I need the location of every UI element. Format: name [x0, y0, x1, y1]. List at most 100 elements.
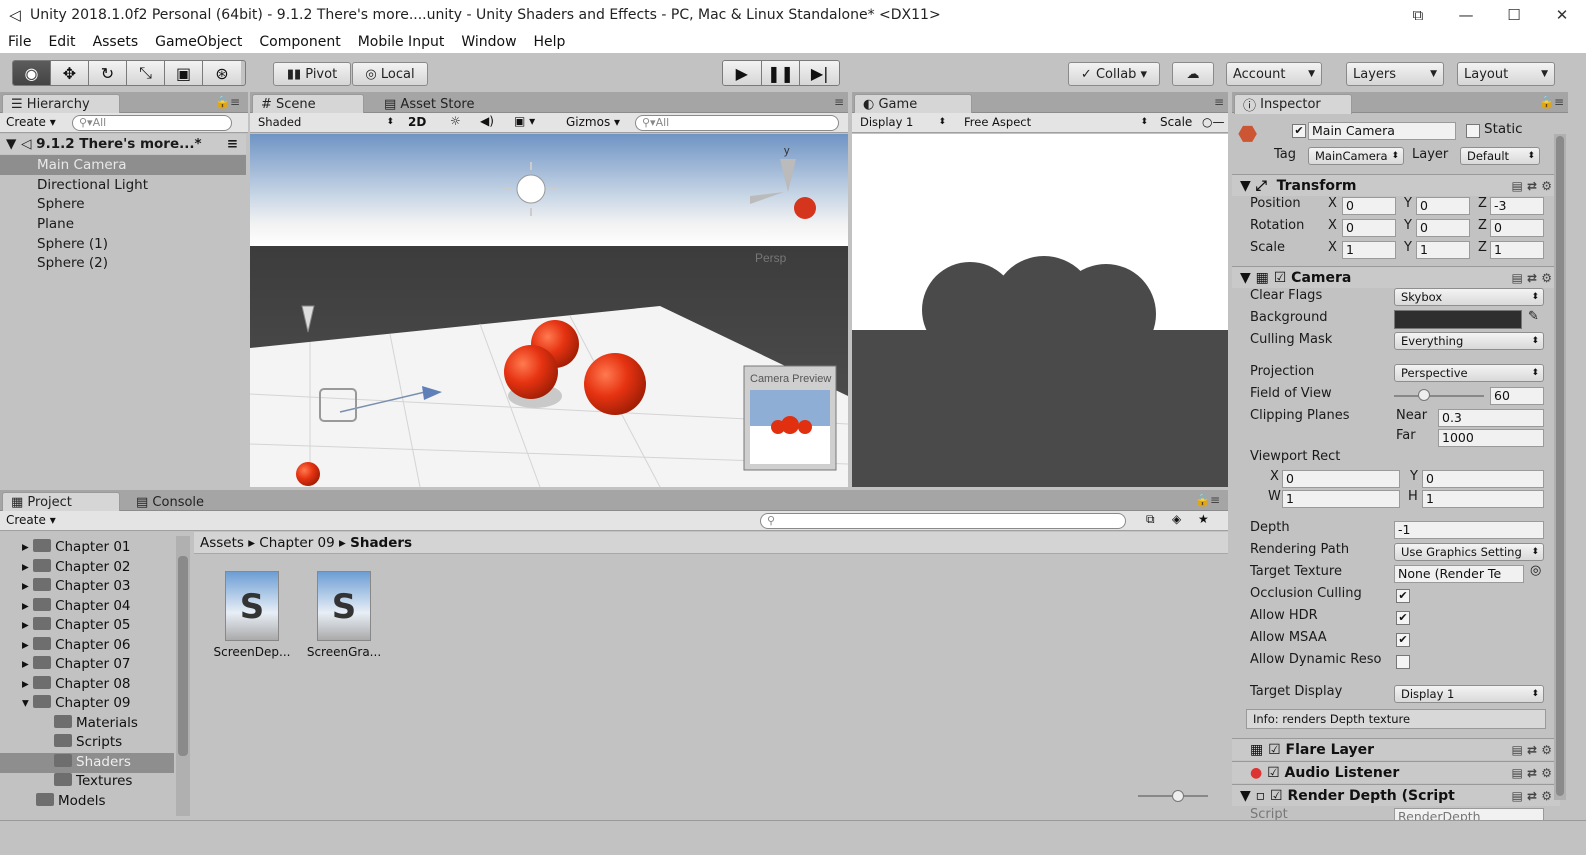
icon-size-slider-thumb[interactable]: [1172, 790, 1184, 802]
game-menu-icon[interactable]: ≡: [1214, 95, 1224, 109]
projection-dropdown[interactable]: Perspective: [1394, 364, 1544, 382]
camera-header[interactable]: ▼ ▦ ☑ Camera ▤ ⇄ ⚙: [1232, 266, 1560, 288]
target-display-dropdown[interactable]: Display 1: [1394, 685, 1544, 703]
menu-edit[interactable]: Edit: [48, 34, 84, 50]
breadcrumb-assets[interactable]: Assets: [200, 535, 244, 551]
transform-header[interactable]: ▼ ⤢ Transform ▤ ⇄ ⚙: [1232, 174, 1560, 196]
menu-help[interactable]: Help: [534, 34, 575, 50]
filter-type-icon[interactable]: ⧉: [1146, 512, 1155, 527]
folder-item[interactable]: ▸ Chapter 01: [22, 538, 131, 558]
msaa-checkbox[interactable]: ✔: [1396, 633, 1410, 647]
folder-item[interactable]: Models: [36, 792, 106, 812]
asset-item[interactable]: S ScreenDep...: [212, 571, 292, 659]
asset-item[interactable]: S ScreenGra...: [304, 571, 384, 659]
occlusion-checkbox[interactable]: ✔: [1396, 589, 1410, 603]
folder-item[interactable]: Scripts: [54, 733, 122, 753]
folder-item[interactable]: ▸ Chapter 04: [22, 597, 131, 617]
folder-item-selected[interactable]: Shaders: [0, 753, 174, 773]
rotation-z-field[interactable]: 0: [1490, 219, 1544, 237]
sphere-2[interactable]: [504, 345, 558, 399]
eyedropper-icon[interactable]: ✎: [1528, 309, 1539, 324]
favorite-icon[interactable]: ★: [1198, 512, 1209, 526]
camera-settings-icon[interactable]: ▤ ⇄ ⚙: [1511, 267, 1552, 289]
near-field[interactable]: 0.3: [1438, 409, 1544, 427]
fov-slider-track[interactable]: [1394, 395, 1484, 397]
folder-item[interactable]: ▸ Chapter 05: [22, 616, 131, 636]
sun-icon[interactable]: [516, 174, 546, 204]
inspector-scrollbar[interactable]: [1554, 134, 1566, 800]
create-dropdown[interactable]: Create ▾: [6, 115, 56, 129]
sphere-3[interactable]: [584, 353, 646, 415]
audio-settings-icon[interactable]: ▤ ⇄ ⚙: [1511, 762, 1552, 784]
rotation-x-field[interactable]: 0: [1342, 219, 1396, 237]
shading-mode-dropdown[interactable]: Shaded: [252, 114, 398, 132]
project-menu-icon[interactable]: 🔒≡: [1195, 493, 1220, 507]
layout-dropdown[interactable]: Layout ▼: [1457, 62, 1555, 86]
target-texture-field[interactable]: None (Render Te: [1394, 565, 1524, 583]
viewport-x-field[interactable]: 0: [1282, 470, 1400, 488]
filter-label-icon[interactable]: ◈: [1172, 512, 1181, 526]
folder-item[interactable]: Textures: [54, 772, 132, 792]
hierarchy-search-input[interactable]: ⚲▾All: [72, 115, 232, 131]
folder-item[interactable]: ▸ Chapter 02: [22, 558, 131, 578]
static-checkbox[interactable]: [1466, 124, 1480, 138]
tree-scrollbar[interactable]: [176, 536, 190, 816]
audio-listener-header[interactable]: ● ☑ Audio Listener ▤ ⇄ ⚙: [1232, 761, 1560, 783]
tab-game[interactable]: ◐ Game: [854, 94, 972, 114]
tab-hierarchy[interactable]: ☰ Hierarchy: [2, 94, 120, 114]
render-depth-settings-icon[interactable]: ▤ ⇄ ⚙: [1511, 785, 1552, 807]
minimize-button[interactable]: —: [1442, 0, 1490, 30]
tag-dropdown[interactable]: MainCamera: [1308, 147, 1404, 165]
menu-assets[interactable]: Assets: [93, 34, 148, 50]
scale-y-field[interactable]: 1: [1416, 241, 1470, 259]
tree-scrollbar-thumb[interactable]: [178, 556, 188, 756]
tab-console[interactable]: ▤ Console: [128, 492, 212, 512]
folder-item[interactable]: ▸ Chapter 06: [22, 636, 131, 656]
hierarchy-item[interactable]: Sphere: [0, 194, 246, 214]
breadcrumb-shaders[interactable]: Shaders: [350, 535, 412, 551]
audio-toggle-icon[interactable]: ◀): [480, 114, 494, 128]
menu-window[interactable]: Window: [461, 34, 525, 50]
scale-slider[interactable]: ○—: [1202, 115, 1224, 129]
hierarchy-item[interactable]: Sphere (1): [0, 234, 246, 254]
folder-item[interactable]: ▸ Chapter 08: [22, 675, 131, 695]
cloud-button[interactable]: ☁: [1172, 62, 1214, 86]
maximize-button[interactable]: ☐: [1490, 0, 1538, 30]
culling-mask-dropdown[interactable]: Everything: [1394, 332, 1544, 350]
local-button[interactable]: ◎ Local: [352, 62, 428, 86]
aspect-dropdown[interactable]: Free Aspect: [958, 114, 1152, 132]
position-z-field[interactable]: -3: [1490, 197, 1544, 215]
collab-button[interactable]: ✓ Collab ▾: [1068, 62, 1160, 86]
folder-item[interactable]: ▾ Chapter 09: [22, 694, 131, 714]
menu-component[interactable]: Component: [259, 34, 349, 50]
background-color-swatch[interactable]: [1394, 310, 1522, 329]
tab-asset-store[interactable]: ▤ Asset Store: [376, 94, 482, 114]
hierarchy-item[interactable]: Plane: [0, 214, 246, 234]
viewport-h-field[interactable]: 1: [1422, 490, 1544, 508]
rotate-tool-icon[interactable]: ↻: [89, 61, 127, 85]
project-create-dropdown[interactable]: Create ▾: [6, 513, 56, 527]
effects-toggle-icon[interactable]: ▣ ▾: [514, 114, 535, 128]
move-tool-icon[interactable]: ✥: [51, 61, 89, 85]
gizmos-dropdown[interactable]: Gizmos ▾: [566, 115, 620, 129]
clear-flags-dropdown[interactable]: Skybox: [1394, 288, 1544, 306]
scale-tool-icon[interactable]: ⤡: [127, 61, 165, 85]
far-field[interactable]: 1000: [1438, 429, 1544, 447]
view-tool-icon[interactable]: ◉: [13, 61, 51, 85]
menu-gameobject[interactable]: GameObject: [155, 34, 251, 50]
scene-header[interactable]: ▼ ◁ 9.1.2 There's more...* ≡: [0, 134, 246, 154]
rotation-y-field[interactable]: 0: [1416, 219, 1470, 237]
viewport-y-field[interactable]: 0: [1422, 470, 1544, 488]
depth-field[interactable]: -1: [1394, 521, 1544, 539]
game-view[interactable]: [852, 134, 1228, 487]
scene-search-input[interactable]: ⚲▾All: [635, 115, 839, 131]
tab-scene[interactable]: # Scene: [252, 94, 364, 114]
close-button[interactable]: ✕: [1538, 0, 1586, 30]
folder-item[interactable]: ▸ Chapter 03: [22, 577, 131, 597]
transform-tool-icon[interactable]: ⊛: [203, 61, 241, 85]
object-picker-icon[interactable]: ◎: [1530, 563, 1541, 578]
menu-mobile-input[interactable]: Mobile Input: [358, 34, 454, 50]
folder-item[interactable]: Materials: [54, 714, 138, 734]
rect-tool-icon[interactable]: ▣: [165, 61, 203, 85]
pivot-button[interactable]: ▮▮ Pivot: [273, 62, 351, 86]
